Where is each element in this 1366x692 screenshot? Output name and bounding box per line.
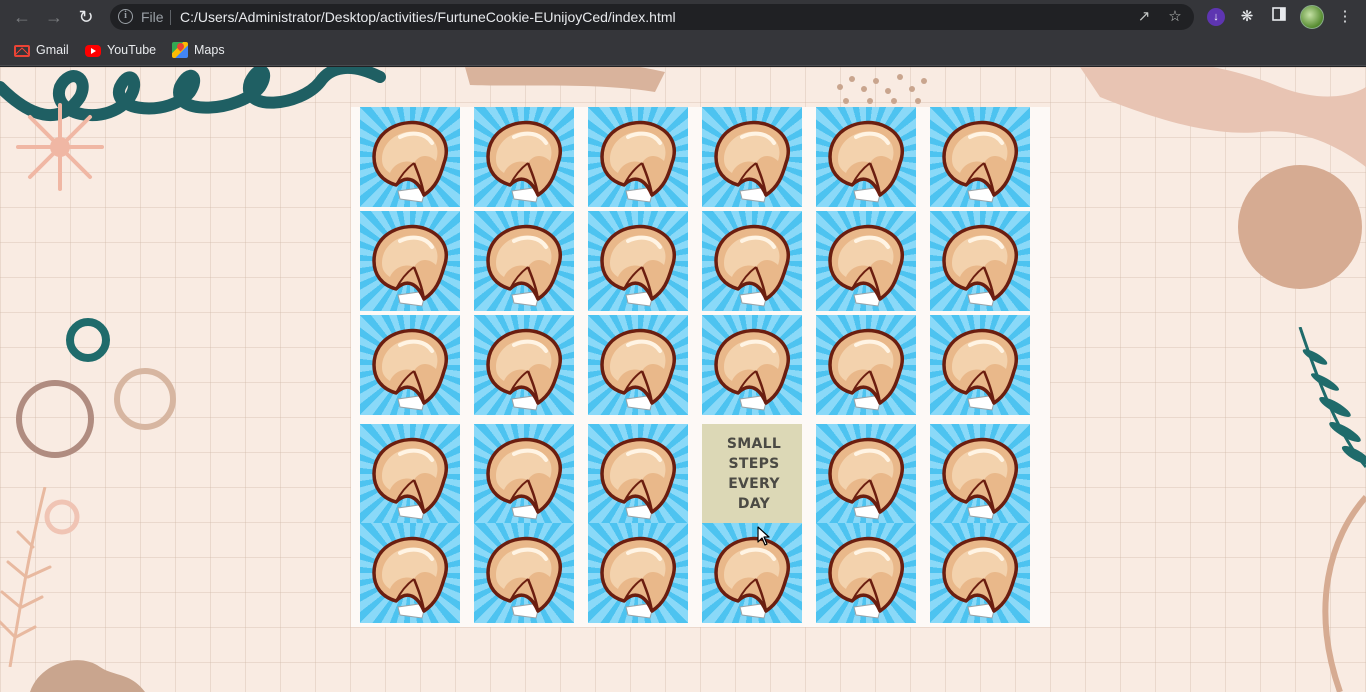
fortune-cookie-card[interactable]: [816, 315, 916, 415]
brush-stroke-decoration: [465, 67, 665, 92]
fortune-cookie-card[interactable]: [360, 424, 460, 524]
bookmarks-bar: Gmail YouTube Maps: [0, 34, 1366, 66]
fortune-cookie-card[interactable]: [816, 424, 916, 524]
download-icon[interactable]: ↓: [1207, 8, 1225, 26]
address-divider: [170, 10, 171, 25]
fortune-line: EVERY DAY: [728, 476, 780, 512]
leaf-decoration: [1298, 327, 1366, 692]
fortune-cookie-card[interactable]: [702, 523, 802, 623]
reload-icon[interactable]: ↻: [74, 5, 98, 29]
url-text[interactable]: C:/Users/Administrator/Desktop/activitie…: [180, 9, 676, 25]
fortune-cookie-icon: [600, 328, 676, 411]
fortune-cookie-icon: [828, 224, 904, 307]
fortune-cookie-card[interactable]: [930, 315, 1030, 415]
share-icon[interactable]: ↗: [1135, 8, 1153, 26]
mouse-cursor: [757, 526, 770, 546]
fortune-cookie-icon: [600, 536, 676, 619]
fortune-cookie-icon: [486, 328, 562, 411]
side-panel-icon[interactable]: [1268, 6, 1290, 28]
bookmark-label: Gmail: [36, 43, 69, 57]
fortune-cookie-card[interactable]: [474, 424, 574, 524]
fortune-cookie-card[interactable]: [702, 211, 802, 311]
fortune-cookie-card[interactable]: [360, 315, 460, 415]
star-icon[interactable]: ☆: [1166, 8, 1184, 26]
flower-decoration: [16, 103, 104, 191]
bookmark-youtube[interactable]: YouTube: [85, 41, 156, 59]
bookmark-gmail[interactable]: Gmail: [14, 41, 69, 59]
fortune-cookie-icon: [486, 437, 562, 520]
fortune-cookie-card[interactable]: [588, 107, 688, 207]
fortune-cookie-icon: [942, 120, 1018, 203]
fortune-cookie-icon: [942, 224, 1018, 307]
address-bar[interactable]: i File C:/Users/Administrator/Desktop/ac…: [110, 4, 1194, 30]
info-icon[interactable]: i: [118, 9, 133, 24]
fortune-line: STEPS: [728, 456, 780, 472]
fortune-cookie-icon: [600, 224, 676, 307]
revealed-fortune-card[interactable]: SMALL STEPS EVERY DAY: [702, 424, 802, 524]
bookmark-maps[interactable]: Maps: [172, 41, 225, 59]
fortune-cookie-card[interactable]: [930, 523, 1030, 623]
fortune-cookie-card[interactable]: [360, 523, 460, 623]
profile-avatar[interactable]: [1300, 5, 1324, 29]
fortune-cookie-card[interactable]: [816, 211, 916, 311]
fortune-cookie-icon: [942, 437, 1018, 520]
blob-decoration: [1080, 67, 1366, 289]
fortune-cookie-icon: [942, 536, 1018, 619]
bookmark-label: YouTube: [107, 43, 157, 57]
fortune-cookie-icon: [714, 328, 790, 411]
fortune-cookie-icon: [600, 120, 676, 203]
fortune-cookie-card[interactable]: [588, 424, 688, 524]
fortune-cookie-card[interactable]: [474, 315, 574, 415]
browser-toolbar: ← → ↻ i File C:/Users/Administrator/Desk…: [0, 0, 1366, 34]
fortune-cookie-icon: [600, 437, 676, 520]
fortune-cookie-card[interactable]: [588, 523, 688, 623]
fortune-cookie-icon: [828, 536, 904, 619]
extensions-icon[interactable]: ❋: [1236, 6, 1258, 28]
bottom-blob-decoration: [30, 660, 145, 692]
fortune-cookie-icon: [372, 328, 448, 411]
fortune-cookie-icon: [372, 120, 448, 203]
fortune-cookie-icon: [714, 224, 790, 307]
forward-icon[interactable]: →: [42, 5, 66, 29]
dots-decoration: [837, 74, 927, 104]
fortune-cookie-card[interactable]: [474, 523, 574, 623]
fortune-cookie-icon: [714, 120, 790, 203]
fortune-cookie-card[interactable]: [930, 211, 1030, 311]
fortune-cookie-icon: [942, 328, 1018, 411]
fortune-cookie-card[interactable]: [702, 107, 802, 207]
fortune-cookie-icon: [486, 224, 562, 307]
fortune-cookie-icon: [828, 328, 904, 411]
back-icon[interactable]: ←: [10, 5, 34, 29]
fortune-cookie-card[interactable]: [930, 107, 1030, 207]
gmail-icon: [14, 45, 30, 57]
fern-decoration: [0, 487, 52, 667]
youtube-icon: [85, 45, 101, 57]
fortune-cookie-card[interactable]: [588, 211, 688, 311]
fortune-cookie-card[interactable]: [474, 107, 574, 207]
fortune-cookie-icon: [486, 120, 562, 203]
bookmark-label: Maps: [194, 43, 225, 57]
fortune-cookie-icon: [372, 437, 448, 520]
fortune-cookie-icon: [828, 120, 904, 203]
fortune-cookie-card[interactable]: [474, 211, 574, 311]
fortune-line: SMALL: [726, 436, 782, 452]
fortune-cookie-icon: [486, 536, 562, 619]
fortune-cookie-card[interactable]: [588, 315, 688, 415]
scheme-label: File: [141, 9, 164, 25]
fortune-cookie-board: SMALL STEPS EVERY DAY: [351, 107, 1050, 627]
fortune-cookie-icon: [828, 437, 904, 520]
fortune-cookie-icon: [372, 224, 448, 307]
fortune-cookie-card[interactable]: [702, 315, 802, 415]
fortune-cookie-icon: [714, 536, 790, 619]
fortune-message: SMALL STEPS EVERY DAY: [706, 434, 802, 514]
fortune-cookie-card[interactable]: [360, 107, 460, 207]
fortune-cookie-card[interactable]: [930, 424, 1030, 524]
fortune-cookie-card[interactable]: [360, 211, 460, 311]
fortune-cookie-icon: [372, 536, 448, 619]
fortune-cookie-card[interactable]: [816, 107, 916, 207]
menu-icon[interactable]: ⋮: [1334, 6, 1356, 28]
page-viewport: SMALL STEPS EVERY DAY: [0, 67, 1366, 692]
maps-icon: [172, 42, 188, 58]
fortune-cookie-card[interactable]: [816, 523, 916, 623]
